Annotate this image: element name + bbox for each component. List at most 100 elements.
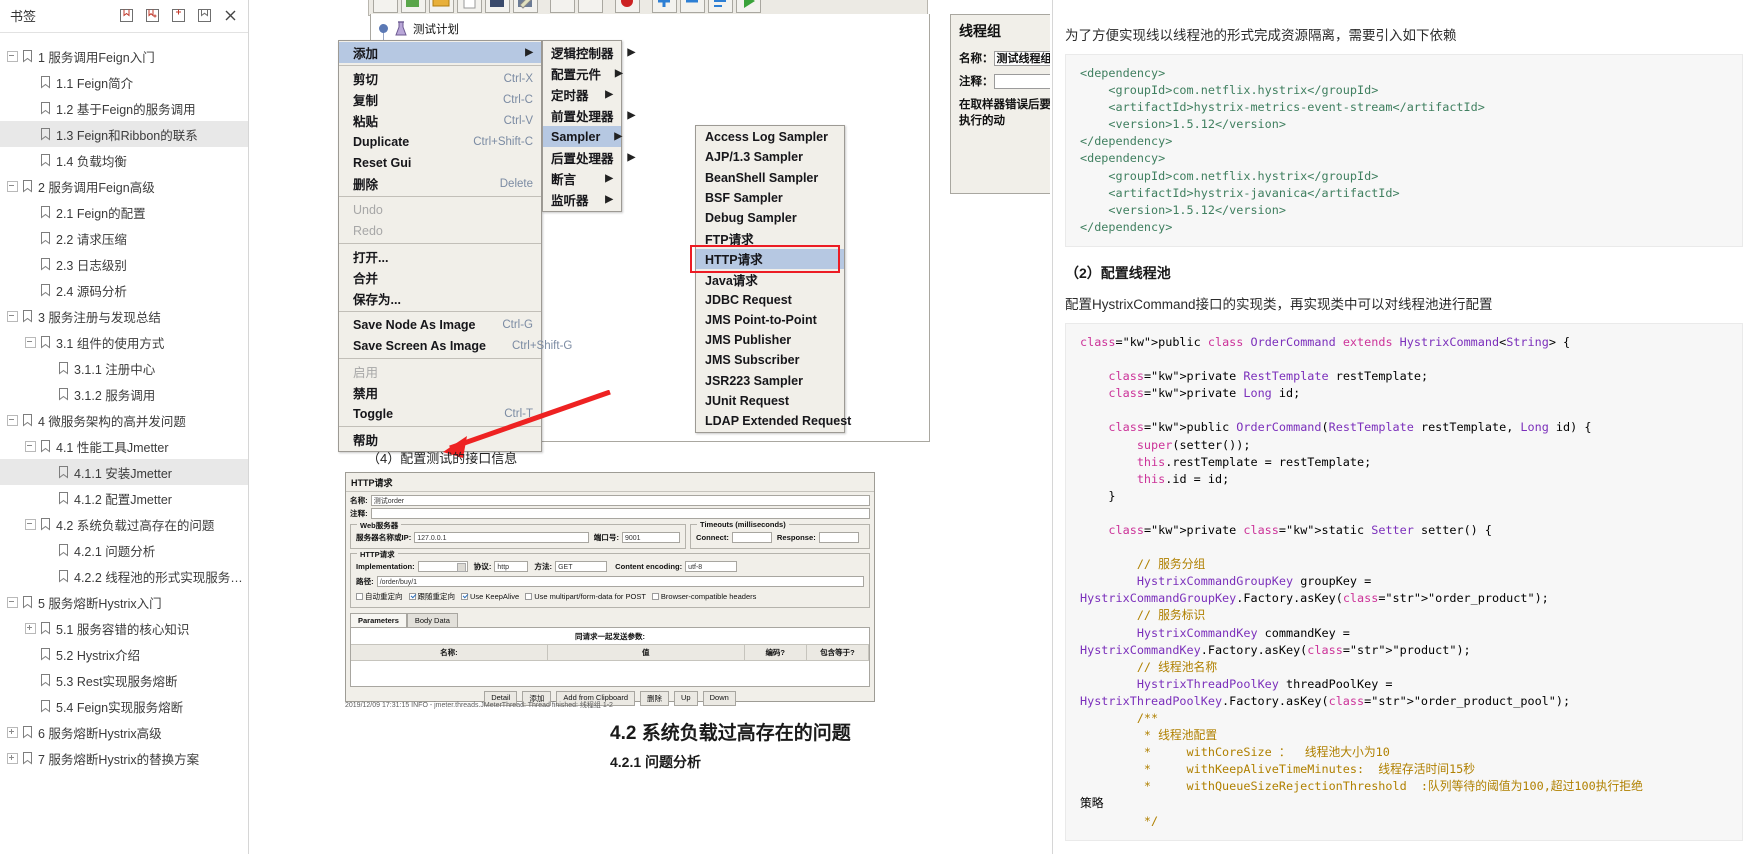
menu-item[interactable]: HTTP请求 <box>696 248 844 270</box>
close-panel-icon[interactable] <box>223 8 238 23</box>
http-option[interactable]: Use KeepAlive <box>461 592 519 601</box>
table-action-button[interactable]: 删除 <box>640 691 670 706</box>
bookmark-icon[interactable] <box>197 8 212 23</box>
new-bookmark-icon[interactable] <box>171 8 186 23</box>
http-form-tab[interactable]: Body Data <box>406 613 458 627</box>
menu-item[interactable]: BeanShell Sampler <box>696 168 844 188</box>
menu-item[interactable]: LDAP Extended Request <box>696 411 851 431</box>
save-button[interactable] <box>485 0 510 13</box>
menu-item[interactable]: JUnit Request <box>696 391 844 411</box>
menu-item[interactable]: JDBC Request <box>696 289 844 309</box>
http-option[interactable]: Use multipart/form-data for POST <box>525 592 646 601</box>
menu-item[interactable]: Save Node As Image Ctrl-G <box>339 314 541 335</box>
http-option[interactable]: 跟随重定向 <box>408 591 455 602</box>
add-button[interactable] <box>652 0 677 13</box>
menu-item[interactable]: 监听器 ▶ <box>543 189 621 210</box>
bookmark-item[interactable]: 4 微服务架构的高并发问题 <box>0 407 248 433</box>
collapse-icon[interactable] <box>24 336 36 348</box>
table-action-button[interactable]: Down <box>702 691 736 706</box>
clear-button[interactable] <box>708 0 733 13</box>
protocol-input[interactable]: http <box>494 561 529 572</box>
menu-item[interactable]: JMS Publisher <box>696 330 844 350</box>
method-select[interactable]: GET <box>555 561 608 572</box>
menu-item[interactable]: 复制 Ctrl-C <box>339 89 541 110</box>
checkbox[interactable] <box>461 593 468 600</box>
menu-item[interactable]: 禁用 <box>339 382 541 403</box>
bookmark-item[interactable]: 4.2 系统负载过高存在的问题 <box>0 511 248 537</box>
bookmark-item[interactable]: 5.3 Rest实现服务熔断 <box>0 667 248 693</box>
collapse-icon[interactable] <box>24 518 36 530</box>
remove-button[interactable] <box>680 0 705 13</box>
bookmark-item[interactable]: 4.1.2 配置Jmetter <box>0 485 248 511</box>
checkbox[interactable] <box>356 593 363 600</box>
checkbox[interactable] <box>651 593 659 600</box>
menu-item[interactable]: Java请求 <box>696 269 844 289</box>
bookmark-item[interactable]: 1.4 负载均衡 <box>0 147 248 173</box>
menu-item[interactable]: FTP请求 <box>696 228 844 248</box>
templates-button[interactable] <box>401 0 426 13</box>
start-button[interactable] <box>736 0 761 13</box>
menu-item[interactable]: JMS Subscriber <box>696 350 844 370</box>
menu-item[interactable]: 帮助 <box>339 429 541 450</box>
collapse-icon[interactable] <box>6 50 18 62</box>
bookmark-item[interactable]: 4.2.1 问题分析 <box>0 537 248 563</box>
collapse-icon[interactable] <box>6 180 18 192</box>
menu-item[interactable]: 后置处理器 ▶ <box>543 147 635 168</box>
collapse-icon[interactable] <box>6 414 18 426</box>
http-option[interactable]: Browser-compatible headers <box>651 592 756 601</box>
http-option[interactable]: 自动重定向 <box>356 591 403 602</box>
server-input[interactable]: 127.0.0.1 <box>414 532 589 543</box>
bookmark-item[interactable]: 2.4 源码分析 <box>0 277 248 303</box>
checkbox[interactable] <box>408 593 416 600</box>
menu-item[interactable]: Debug Sampler <box>696 208 844 228</box>
bookmark-item[interactable]: 4.1 性能工具Jmetter <box>0 433 248 459</box>
expand-icon[interactable] <box>24 622 36 634</box>
copy-button[interactable] <box>578 0 603 13</box>
menu-item[interactable]: Duplicate Ctrl+Shift-C <box>339 131 541 152</box>
bookmark-item[interactable]: 2.1 Feign的配置 <box>0 199 248 225</box>
menu-item[interactable]: 配置元件 ▶ <box>543 63 623 84</box>
cut-button[interactable] <box>550 0 575 13</box>
menu-item[interactable]: Toggle Ctrl-T <box>339 403 541 424</box>
bookmark-item[interactable]: 4.2.2 线程池的形式实现服务隔离 <box>0 563 248 589</box>
edit-button[interactable] <box>513 0 538 13</box>
open-button[interactable] <box>429 0 454 13</box>
bookmark-item[interactable]: 5.2 Hystrix介绍 <box>0 641 248 667</box>
expand-icon[interactable] <box>6 726 18 738</box>
bookmark-item[interactable]: 6 服务熔断Hystrix高级 <box>0 719 248 745</box>
bookmark-item[interactable]: 4.1.1 安装Jmetter <box>0 459 248 485</box>
menu-item[interactable]: BSF Sampler <box>696 188 844 208</box>
tree-expand-handle[interactable] <box>379 24 388 33</box>
menu-item[interactable]: Reset Gui <box>339 152 541 173</box>
menu-item[interactable]: 逻辑控制器 ▶ <box>543 42 635 63</box>
bookmark-item[interactable]: 3 服务注册与发现总结 <box>0 303 248 329</box>
thread-group-comment-input[interactable] <box>993 73 1050 89</box>
bookmark-item[interactable]: 3.1.1 注册中心 <box>0 355 248 381</box>
tree-node-test-plan[interactable]: 测试计划 <box>393 20 459 38</box>
table-action-button[interactable]: Up <box>674 691 698 706</box>
menu-item[interactable]: 合并 <box>339 267 541 288</box>
collapse-icon[interactable] <box>24 440 36 452</box>
bookmark-item[interactable]: 1 服务调用Feign入门 <box>0 43 248 69</box>
checkbox[interactable] <box>525 593 533 600</box>
bookmark-item[interactable]: 2.2 请求压缩 <box>0 225 248 251</box>
implementation-select[interactable] <box>417 561 468 572</box>
menu-item[interactable]: 添加 ▶ <box>339 42 541 63</box>
connect-input[interactable] <box>731 532 772 543</box>
bookmark-item[interactable]: 1.1 Feign简介 <box>0 69 248 95</box>
menu-item[interactable]: 删除 Delete <box>339 173 541 194</box>
bookmark-item[interactable]: 7 服务熔断Hystrix的替换方案 <box>0 745 248 771</box>
http-form-tab[interactable]: Parameters <box>350 613 407 627</box>
bookmark-item[interactable]: 5.4 Feign实现服务熔断 <box>0 693 248 719</box>
menu-item[interactable]: 保存为... <box>339 288 541 309</box>
new-test-plan-button[interactable] <box>373 0 398 13</box>
menu-item[interactable]: 打开... <box>339 246 541 267</box>
collapse-icon[interactable] <box>6 310 18 322</box>
bookmark-item[interactable]: 2 服务调用Feign高级 <box>0 173 248 199</box>
thread-group-name-input[interactable]: 测试线程组 <box>993 50 1050 66</box>
menu-item[interactable]: 粘贴 Ctrl-V <box>339 110 541 131</box>
bookmark-item[interactable]: 5.1 服务容错的核心知识 <box>0 615 248 641</box>
add-bookmark-icon[interactable] <box>119 8 134 23</box>
menu-item[interactable]: Access Log Sampler <box>696 127 844 147</box>
path-input[interactable]: /order/buy/1 <box>376 576 864 587</box>
